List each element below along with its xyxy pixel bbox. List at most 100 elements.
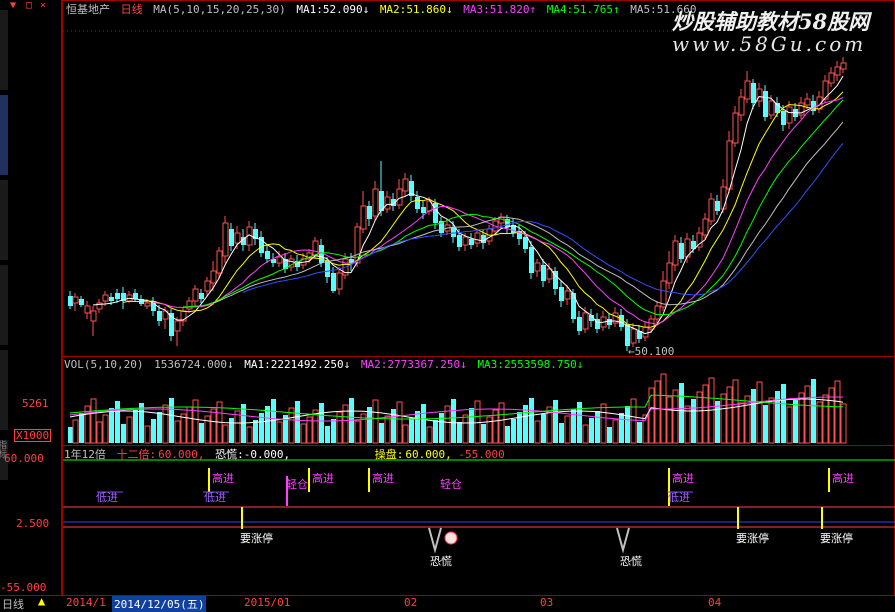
period-arrow-icon[interactable]: ▲	[38, 594, 45, 608]
ma3-label: MA3:	[463, 3, 490, 16]
volume-bar	[625, 406, 630, 443]
volume-bar	[234, 410, 241, 444]
volume-bar	[121, 424, 126, 443]
volume-bar	[768, 397, 775, 444]
candle	[462, 236, 469, 246]
volume-bar	[246, 426, 253, 444]
side-tab-5[interactable]	[0, 350, 8, 430]
volume-bar	[68, 427, 73, 443]
smiley-icon	[444, 531, 458, 545]
candle	[216, 250, 223, 274]
control-icon-1[interactable]: ▼	[10, 0, 16, 11]
volume-bar	[204, 415, 211, 444]
candle	[421, 207, 426, 213]
volume-bar	[133, 410, 138, 443]
candle	[451, 227, 456, 237]
tag-dijin-1: 低进	[96, 491, 118, 504]
candle	[222, 222, 229, 257]
time-tick-3: 02	[404, 596, 418, 609]
time-axis-bar[interactable]: 日线 ▲ 2014/1 2014/12/05(五) 2015/01 02 03 …	[0, 594, 895, 612]
side-tab-4[interactable]	[0, 265, 8, 345]
volume-bar	[804, 385, 811, 444]
marker-panic-2	[616, 527, 630, 554]
candle	[654, 305, 661, 320]
volume-bar	[300, 423, 307, 444]
ma-line-5	[212, 121, 844, 306]
volume-bar	[619, 413, 624, 443]
candle	[115, 293, 120, 299]
candle	[751, 83, 756, 103]
candle	[144, 302, 151, 307]
tag-gaojin-3: 高进	[372, 472, 394, 485]
volume-bar	[822, 394, 829, 444]
vol-ma2-value: 2773367.250↓	[387, 358, 467, 371]
candle	[415, 197, 420, 209]
volume-bar	[654, 380, 661, 444]
ma-line-3	[152, 97, 844, 325]
volume-bar	[684, 405, 691, 444]
volume-bar	[763, 405, 768, 443]
vol-header: VOL(5,10,20) 1536724.000↓ MA1:2221492.25…	[64, 358, 583, 371]
volume-bar	[715, 401, 720, 443]
volume-bar	[72, 419, 79, 444]
candle	[72, 296, 79, 304]
candle	[534, 262, 541, 272]
stock-name: 恒基地产	[66, 3, 110, 16]
volume-bar	[840, 403, 847, 444]
candle	[312, 240, 319, 256]
period-tab[interactable]: 日线	[2, 596, 24, 612]
ind-f4-value: -55.000	[458, 448, 505, 461]
candle	[630, 328, 637, 344]
volume-bar	[372, 399, 379, 444]
vol-axis-unit: X1000	[14, 429, 52, 442]
side-tab-3[interactable]	[0, 180, 8, 260]
control-icon-2[interactable]: □	[26, 0, 32, 11]
candle	[481, 235, 486, 243]
volume-bar	[169, 398, 174, 443]
vol-ma3-label: MA3:	[477, 358, 504, 371]
volume-bar	[229, 418, 234, 443]
ma3-value: 51.820↑	[489, 3, 537, 16]
volume-bar	[457, 422, 462, 443]
vol-value: 1536724.000↓	[154, 358, 234, 371]
candle	[157, 311, 162, 321]
volume-bar	[529, 398, 534, 443]
candle	[331, 273, 336, 291]
candle	[210, 270, 217, 284]
volume-bar	[726, 386, 733, 444]
candle	[763, 91, 768, 117]
time-tick-2: 2015/01	[244, 596, 291, 609]
volume-bar	[751, 389, 756, 443]
ind-f1-label: 十二倍:	[116, 448, 157, 461]
tag-zhangting-3: 要涨停	[820, 532, 853, 545]
volume-bar	[679, 383, 684, 443]
volume-bar	[90, 398, 97, 444]
volume-bar	[426, 426, 433, 444]
candle	[571, 293, 576, 319]
candle	[265, 251, 270, 259]
volume-bar	[210, 408, 217, 444]
ma-params: MA(5,10,15,20,25,30)	[153, 3, 286, 16]
volume-bar	[582, 424, 589, 444]
volume-bar	[276, 421, 283, 444]
ind-f2-label: 恐慌:	[215, 448, 244, 461]
volume-bar	[241, 404, 246, 443]
volume-bar	[409, 418, 414, 443]
volume-bar	[186, 406, 193, 444]
control-icon-3[interactable]: ×	[40, 0, 46, 11]
side-tab-1[interactable]	[0, 10, 8, 90]
side-tab-2[interactable]	[0, 95, 8, 175]
tag-qingcang-1: 轻仓	[286, 478, 308, 491]
indicator-panel[interactable]	[62, 445, 895, 596]
volume-bar	[265, 406, 270, 443]
candle	[666, 262, 673, 284]
indicator-chart[interactable]	[63, 446, 895, 597]
window-controls[interactable]: ▼ □ ×	[8, 0, 52, 12]
candle	[367, 206, 372, 219]
volume-bar	[379, 423, 384, 443]
left-toolbar: 指标 ▼ □ × 5261 X1000 60.000 2.500 -55.000	[0, 0, 62, 609]
candle	[372, 188, 379, 217]
candle	[577, 317, 582, 331]
candle	[90, 310, 97, 322]
candle	[229, 229, 234, 246]
